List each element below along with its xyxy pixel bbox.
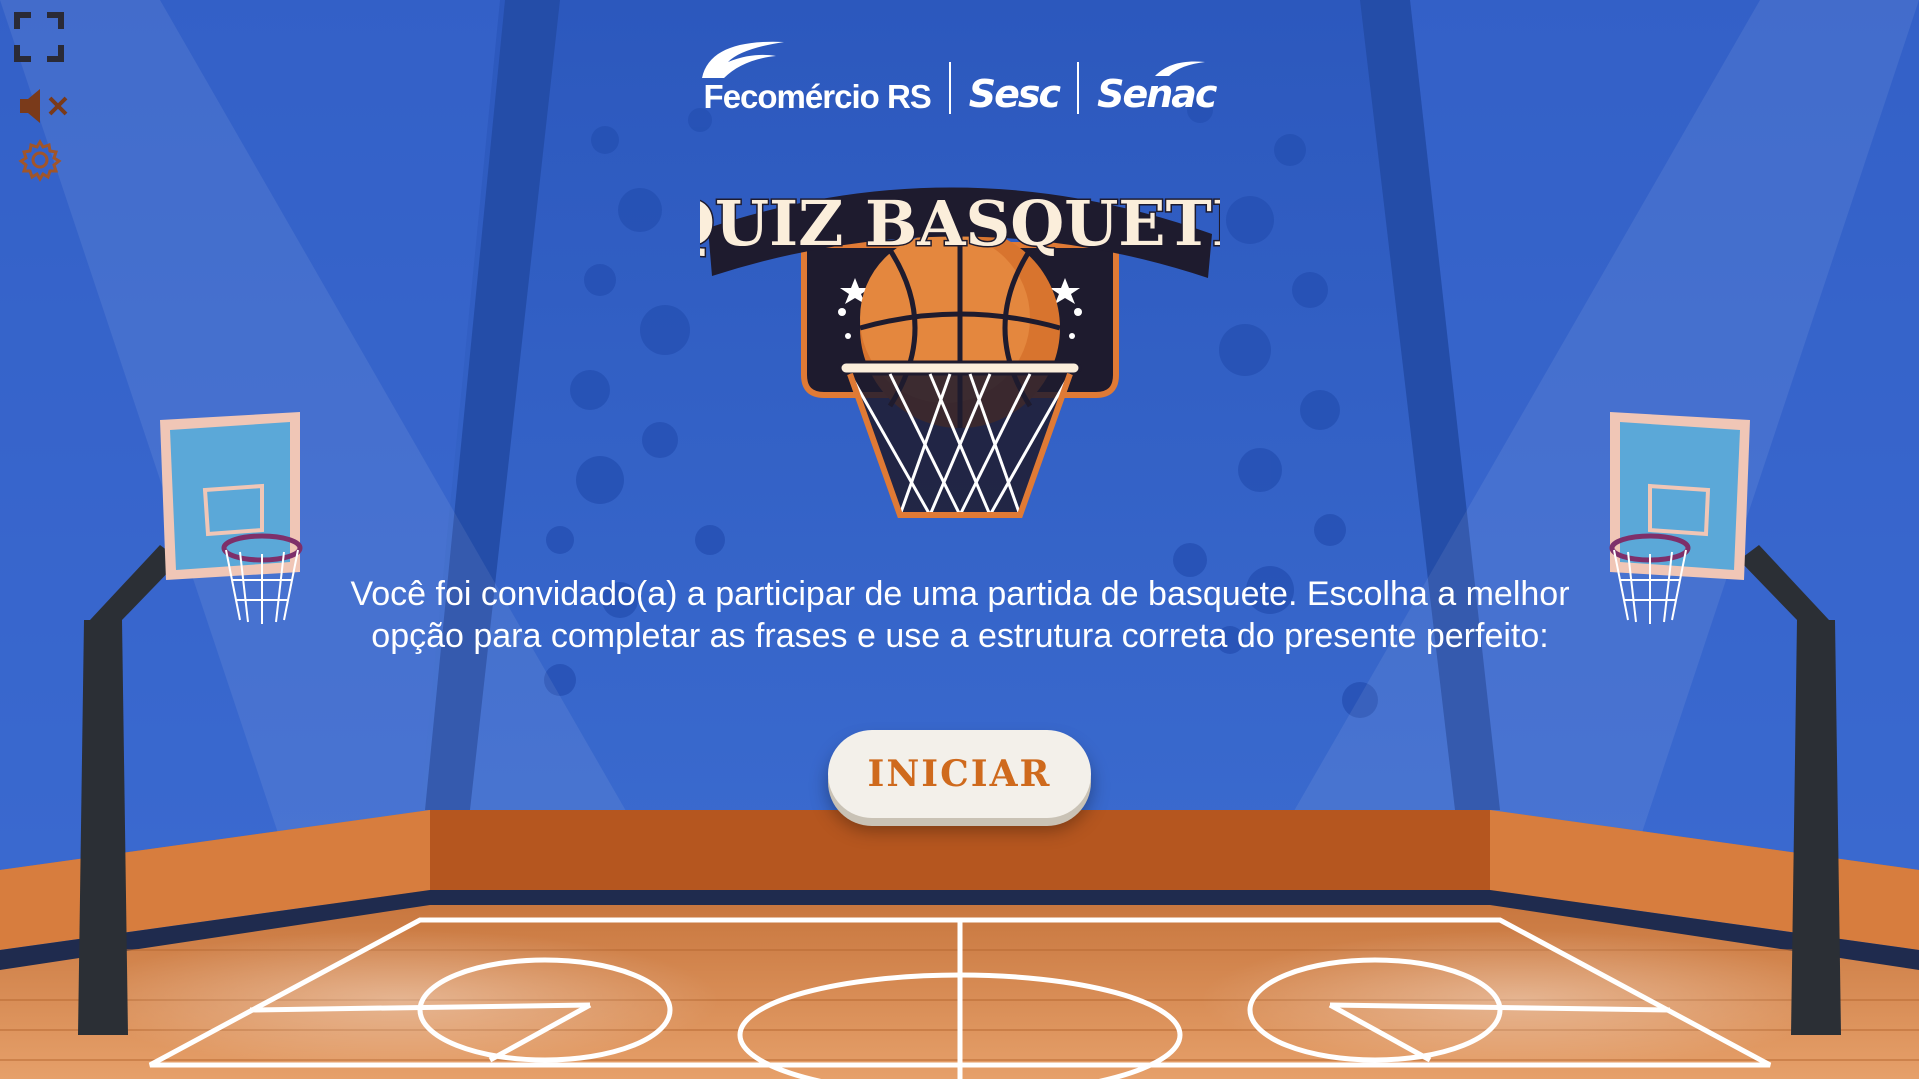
wing-icon <box>701 41 784 78</box>
senac-swoosh-icon <box>1155 61 1206 76</box>
senac-label: Senac <box>1097 72 1217 116</box>
start-button[interactable]: INICIAR <box>828 730 1091 818</box>
quiz-title-text: QUIZ BASQUETE <box>700 187 1220 260</box>
fecomercio-logo: Fecomércio RS <box>701 38 932 116</box>
quiz-title-badge: QUIZ BASQUETE <box>700 186 1220 518</box>
start-button-label: INICIAR <box>867 753 1052 795</box>
senac-logo: Senac <box>1097 58 1217 116</box>
sesc-logo: Sesc <box>968 72 1061 116</box>
sponsor-logos: Fecomércio RS Sesc Senac <box>0 38 1919 116</box>
settings-button[interactable] <box>18 138 62 182</box>
logo-divider <box>1077 62 1080 114</box>
fecomercio-label: Fecomércio RS <box>703 78 932 115</box>
logo-divider <box>948 62 951 114</box>
sesc-label: Sesc <box>968 72 1061 116</box>
gear-icon <box>18 139 62 182</box>
intro-text: Você foi convidado(a) a participar de um… <box>350 575 1570 655</box>
